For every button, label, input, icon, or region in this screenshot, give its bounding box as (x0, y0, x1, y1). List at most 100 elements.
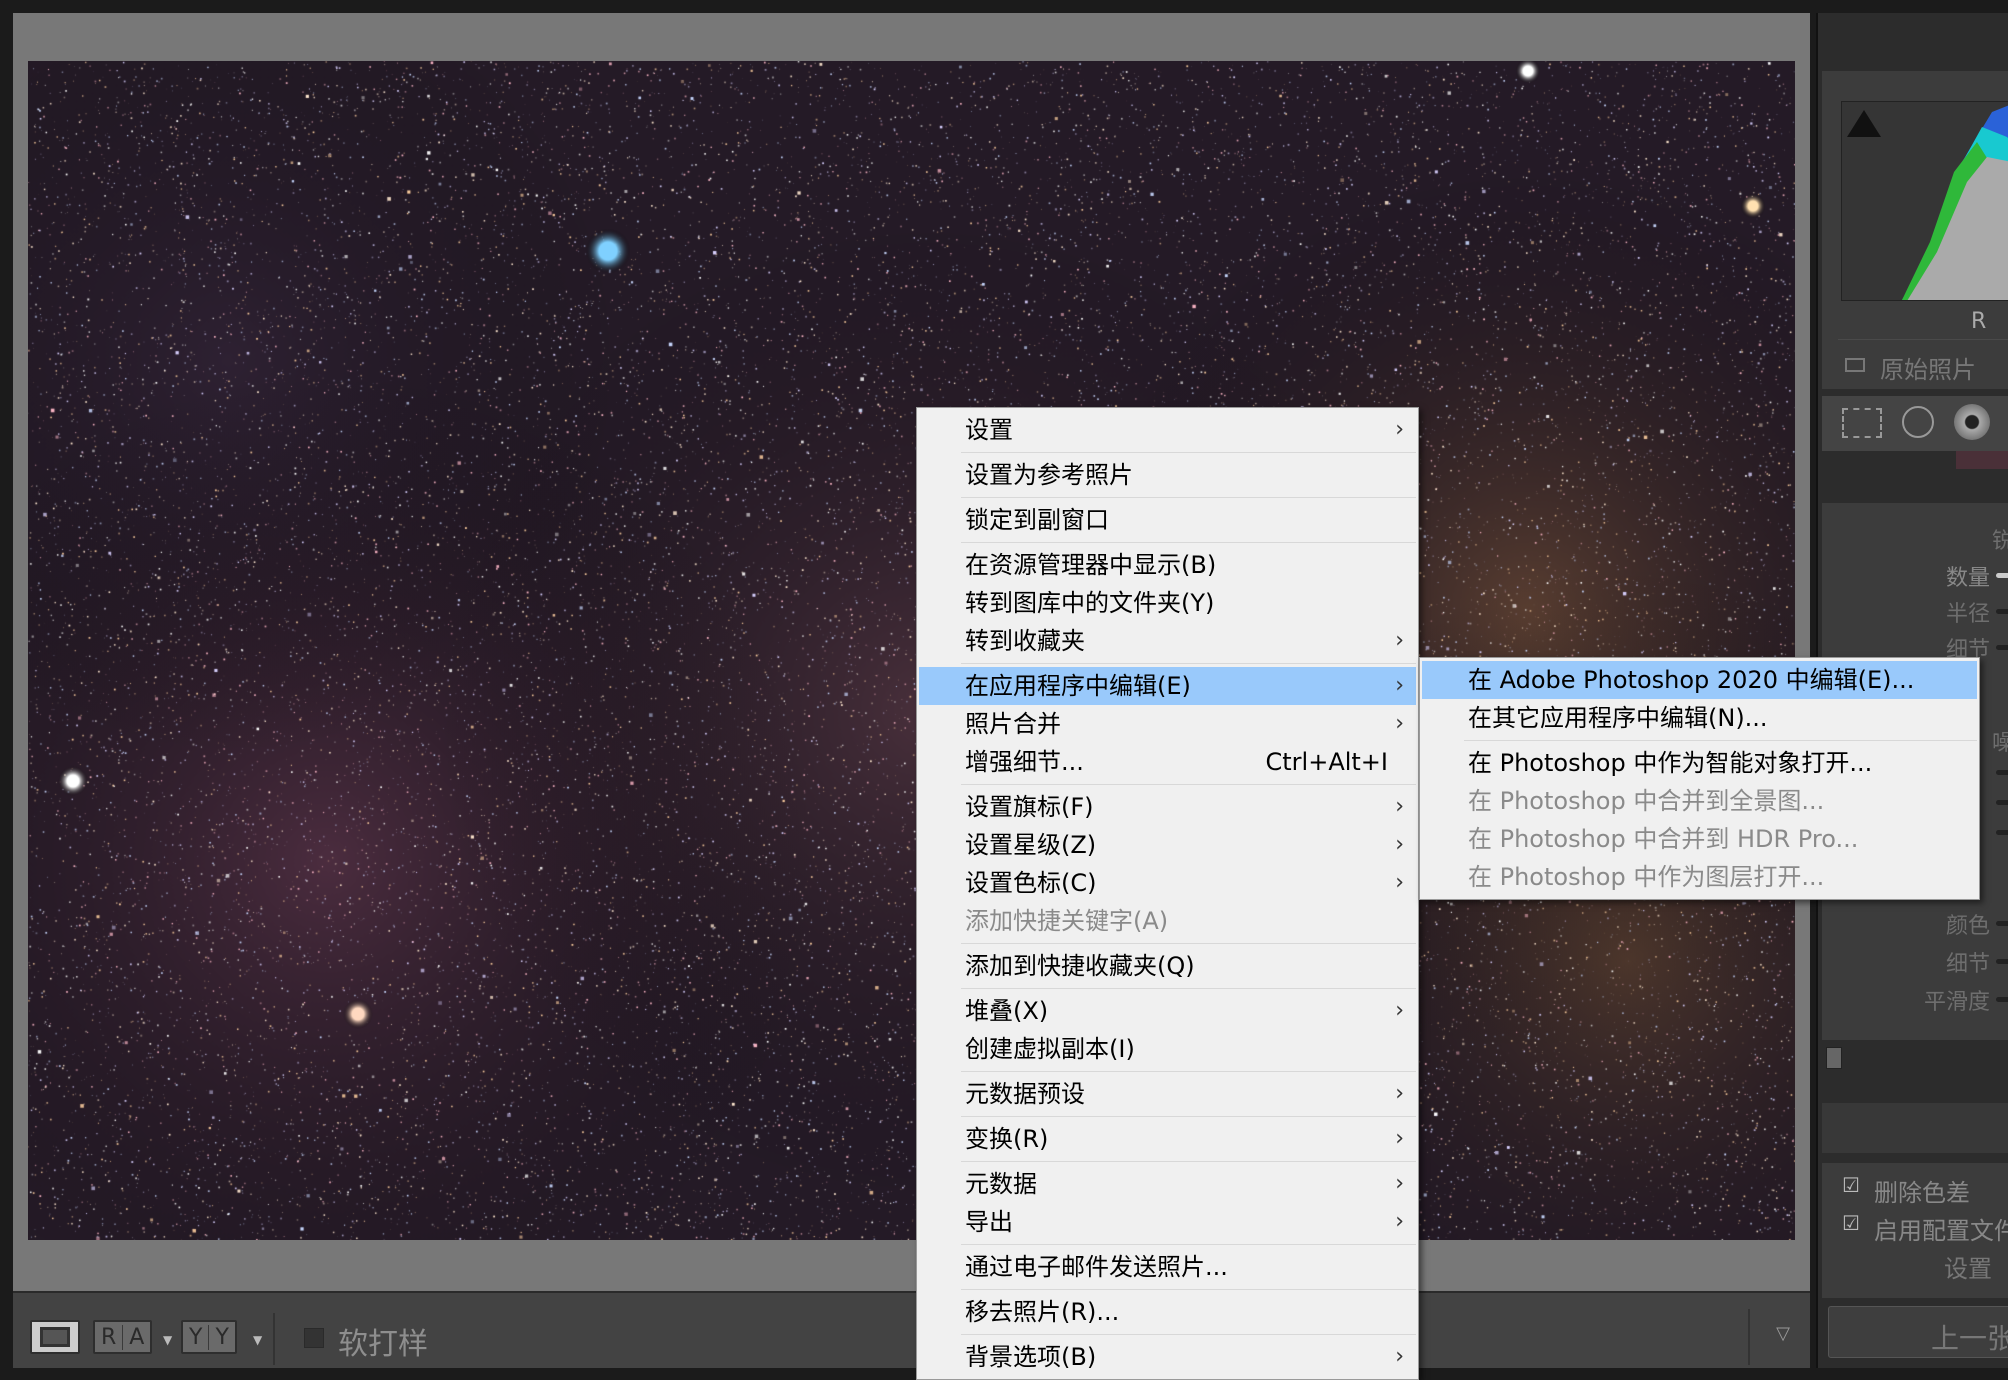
original-photo-checkbox[interactable] (1845, 358, 1865, 372)
menu-item[interactable]: 变换(R)› (919, 1120, 1416, 1158)
menu-item-label: 在资源管理器中显示(B) (965, 551, 1216, 579)
before-after-button[interactable]: RA (93, 1320, 152, 1354)
red-eye-icon[interactable] (1954, 404, 1990, 440)
edit-in-submenu: 在 Adobe Photoshop 2020 中编辑(E)...在其它应用程序中… (1419, 657, 1980, 900)
menu-item[interactable]: 背景选项(B) › (919, 1338, 1416, 1376)
bottom-toolbar: RA ▼ YY ▼ 软打样 ▽ (13, 1291, 1810, 1368)
menu-separator (961, 542, 1416, 543)
checkbox-checked-icon[interactable]: ☑ (1842, 1173, 1860, 1197)
chevron-down-icon[interactable]: ▼ (253, 1333, 262, 1347)
menu-item[interactable]: 堆叠(X)› (919, 992, 1416, 1030)
menu-item[interactable]: 元数据 › (919, 1165, 1416, 1203)
menu-separator (961, 1161, 1416, 1162)
toolbar-menu-chevron-icon[interactable]: ▽ (1776, 1323, 1790, 1344)
shortcut-label: Ctrl+Alt+I (1266, 743, 1389, 781)
menu-item[interactable]: 移去照片(R)... (919, 1293, 1416, 1331)
rectangle-icon (40, 1327, 70, 1347)
noise-color-label: 颜色 (1946, 908, 1990, 940)
panel-toggle-switch[interactable] (1826, 1047, 1842, 1069)
yy-left: Y (183, 1325, 209, 1350)
chevron-right-icon: › (1395, 1075, 1404, 1113)
menu-item-label: 设置色标(C) (965, 869, 1096, 897)
photo-canvas-area (13, 13, 1810, 1291)
chevron-right-icon: › (1395, 826, 1404, 864)
previous-button[interactable]: 上一张 (1828, 1306, 2008, 1358)
menu-item-label: 设置星级(Z) (965, 831, 1096, 859)
menu-item[interactable]: 在 Adobe Photoshop 2020 中编辑(E)... (1422, 661, 1977, 699)
soft-proof-checkbox[interactable] (304, 1328, 324, 1348)
chevron-right-icon: › (1395, 1338, 1404, 1376)
menu-item[interactable]: 设置› (919, 411, 1416, 449)
menu-item-label: 设置旗标(F) (965, 793, 1094, 821)
menu-item-label: 变换(R) (965, 1125, 1048, 1153)
menu-item[interactable]: 设置星级(Z) › (919, 826, 1416, 864)
menu-item[interactable]: 在应用程序中编辑(E)› (919, 667, 1416, 705)
chevron-right-icon: › (1395, 667, 1404, 705)
menu-item[interactable]: 锁定到副窗口 (919, 501, 1416, 539)
menu-item[interactable]: 设置色标(C)› (919, 864, 1416, 902)
spot-removal-icon[interactable] (1902, 406, 1934, 438)
menu-item-label: 锁定到副窗口 (965, 506, 1109, 534)
menu-separator (961, 988, 1416, 989)
menu-item-label: 在 Photoshop 中合并到全景图... (1468, 787, 1824, 815)
menu-item-label: 设置 (965, 416, 1013, 444)
menu-item[interactable]: 设置为参考照片 (919, 456, 1416, 494)
sharpen-detail-slider[interactable] (1996, 645, 2008, 650)
menu-item-label: 在 Photoshop 中作为图层打开... (1468, 863, 1824, 891)
chevron-right-icon: › (1395, 1203, 1404, 1241)
menu-item[interactable]: 转到收藏夹› (919, 622, 1416, 660)
chevron-right-icon: › (1395, 992, 1404, 1030)
menu-item[interactable]: 在 Photoshop 中作为智能对象打开... (1422, 744, 1977, 782)
menu-item-label: 背景选项(B) (965, 1343, 1096, 1371)
menu-item[interactable]: 通过电子邮件发送照片... (919, 1248, 1416, 1286)
menu-item[interactable]: 在资源管理器中显示(B) (919, 546, 1416, 584)
menu-item-label: 移去照片(R)... (965, 1298, 1119, 1326)
noise-contrast-slider[interactable] (1996, 830, 2008, 835)
menu-separator (961, 943, 1416, 944)
menu-item[interactable]: 在其它应用程序中编辑(N)... (1422, 699, 1977, 737)
sharpen-amount-slider[interactable] (1996, 573, 2008, 578)
menu-item-label: 设置为参考照片 (965, 461, 1133, 489)
chevron-down-icon[interactable]: ▼ (163, 1333, 172, 1347)
noise-color-slider[interactable] (1996, 921, 2008, 926)
crop-grid-icon[interactable] (1842, 408, 1882, 438)
loupe-view-button[interactable] (30, 1320, 80, 1354)
chevron-right-icon: › (1395, 705, 1404, 743)
menu-separator (961, 452, 1416, 453)
menu-item[interactable]: 转到图库中的文件夹(Y) (919, 584, 1416, 622)
sharpen-amount-label: 数量 (1946, 560, 1990, 592)
noise-color-detail-slider[interactable] (1996, 959, 2008, 964)
menu-item-label: 在 Photoshop 中作为智能对象打开... (1468, 749, 1872, 777)
soft-proof-label: 软打样 (338, 1319, 428, 1363)
lens-corrections-header[interactable] (1822, 1103, 2008, 1153)
divider (1748, 1309, 1750, 1365)
chevron-right-icon: › (1395, 788, 1404, 826)
menu-item: 在 Photoshop 中合并到全景图... (1422, 782, 1977, 820)
menu-item: 在 Photoshop 中作为图层打开... (1422, 858, 1977, 896)
menu-separator (1464, 740, 1977, 741)
chevron-right-icon: › (1395, 1165, 1404, 1203)
checkbox-checked-icon[interactable]: ☑ (1842, 1211, 1860, 1235)
menu-item[interactable]: 创建虚拟副本(I) (919, 1030, 1416, 1068)
menu-item[interactable]: 导出› (919, 1203, 1416, 1241)
menu-item[interactable]: 照片合并› (919, 705, 1416, 743)
menu-item[interactable]: 设置旗标(F) › (919, 788, 1416, 826)
remove-ca-label: 删除色差 (1874, 1173, 1970, 1208)
menu-item: 在 Photoshop 中合并到 HDR Pro... (1422, 820, 1977, 858)
menu-item[interactable]: 添加到快捷收藏夹(Q) (919, 947, 1416, 985)
menu-item[interactable]: 增强细节...Ctrl+Alt+I (919, 743, 1416, 781)
menu-item-label: 在 Photoshop 中合并到 HDR Pro... (1468, 825, 1858, 853)
noise-luminance-slider[interactable] (1996, 770, 2008, 775)
menu-item[interactable]: 元数据预设› (919, 1075, 1416, 1113)
menu-item-label: 元数据 (965, 1170, 1037, 1198)
noise-smoothness-slider[interactable] (1996, 997, 2008, 1002)
sharpen-radius-slider[interactable] (1996, 609, 2008, 614)
menu-item-label: 转到收藏夹 (965, 627, 1085, 655)
before-after-yy-button[interactable]: YY (181, 1320, 237, 1354)
previous-button-label: 上一张 (1931, 1317, 2008, 1357)
menu-item-label: 通过电子邮件发送照片... (965, 1253, 1228, 1281)
noise-detail-slider[interactable] (1996, 800, 2008, 805)
milky-way-photo[interactable] (28, 61, 1795, 1240)
menu-separator (961, 497, 1416, 498)
menu-separator (961, 663, 1416, 664)
